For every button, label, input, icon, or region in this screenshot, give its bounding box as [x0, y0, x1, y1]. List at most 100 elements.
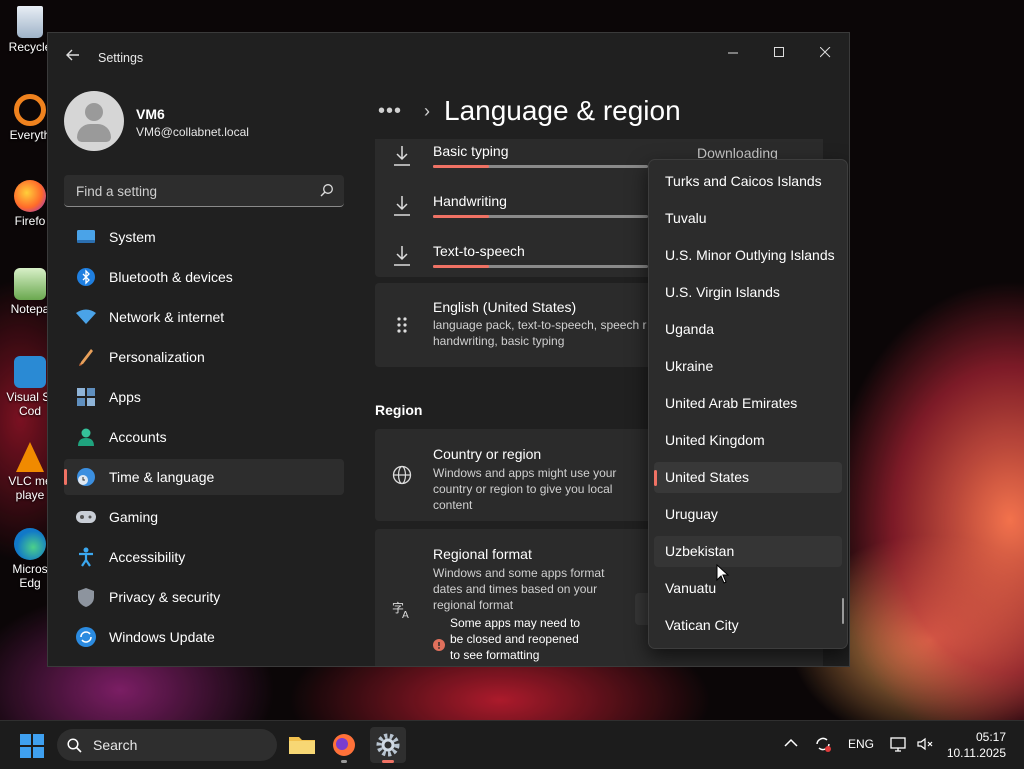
format-warning: updates: [450, 663, 670, 666]
sidebar-item-label: Privacy & security: [109, 589, 221, 605]
taskbar-file-explorer[interactable]: [284, 727, 320, 763]
shield-icon: [76, 587, 96, 607]
input-language[interactable]: ENG: [848, 737, 874, 751]
progress-bar: [433, 165, 648, 168]
sidebar-item-windows-update[interactable]: Windows Update: [64, 619, 344, 655]
taskbar-firefox[interactable]: [326, 727, 362, 763]
dropdown-option[interactable]: Uganda: [654, 314, 842, 345]
avatar[interactable]: [64, 91, 124, 151]
sidebar-item-label: Bluetooth & devices: [109, 269, 233, 285]
download-icon: [394, 246, 410, 266]
update-icon: [76, 627, 96, 647]
dropdown-option[interactable]: U.S. Virgin Islands: [654, 277, 842, 308]
sidebar-item-gaming[interactable]: Gaming: [64, 499, 344, 535]
dropdown-option-hovered[interactable]: Uzbekistan: [654, 536, 842, 567]
option-label: United Kingdom: [665, 432, 765, 448]
regional-format-icon: 字A: [392, 600, 409, 619]
dropdown-option-selected[interactable]: United States: [654, 462, 842, 493]
option-label: Uganda: [665, 321, 715, 337]
maximize-icon: [773, 47, 784, 57]
taskbar-search-label: Search: [93, 737, 138, 753]
dropdown-option[interactable]: Ukraine: [654, 351, 842, 382]
accounts-icon: [76, 427, 96, 447]
sidebar-item-label: System: [109, 229, 156, 245]
accessibility-icon: [76, 547, 96, 567]
sidebar-item-accounts[interactable]: Accounts: [64, 419, 344, 455]
dropdown-option[interactable]: Turks and Caicos Islands: [654, 166, 842, 197]
format-desc: regional format: [433, 598, 514, 612]
gear-icon: [376, 733, 400, 757]
sidebar-item-time-language[interactable]: Time & language: [64, 459, 344, 495]
minimize-button[interactable]: [710, 39, 756, 69]
dropdown-option[interactable]: United Arab Emirates: [654, 388, 842, 419]
bluetooth-icon: [76, 267, 96, 287]
network-status[interactable]: [890, 735, 908, 756]
dropdown-option[interactable]: U.S. Minor Outlying Islands: [654, 240, 842, 271]
country-desc: content: [433, 498, 473, 512]
sync-icon: [816, 737, 831, 752]
running-indicator: [341, 760, 347, 763]
vlc-icon: [16, 442, 44, 472]
breadcrumb-more-button[interactable]: •••: [378, 100, 408, 123]
drag-handle-icon[interactable]: [392, 315, 412, 335]
wifi-icon: [76, 307, 96, 327]
dropdown-option[interactable]: Uruguay: [654, 499, 842, 530]
country-dropdown-list[interactable]: Turks and Caicos Islands Tuvalu U.S. Min…: [648, 159, 848, 649]
notepad-icon: [14, 268, 46, 300]
dropdown-option[interactable]: Vanuatu: [654, 573, 842, 604]
country-desc: Windows and apps might use your: [433, 466, 617, 480]
taskbar-search[interactable]: Search: [57, 729, 277, 761]
sidebar-item-label: Personalization: [109, 349, 205, 365]
search-icon: [67, 738, 82, 753]
sidebar-item-accessibility[interactable]: Accessibility: [64, 539, 344, 575]
search-input[interactable]: [74, 175, 308, 207]
sidebar-item-system[interactable]: System: [64, 219, 344, 255]
page-title: Language & region: [444, 95, 681, 126]
language-desc: handwriting, basic typing: [433, 334, 565, 348]
sidebar-item-personalization[interactable]: Personalization: [64, 339, 344, 375]
option-label: Vatican City: [665, 617, 739, 633]
format-title: Regional format: [433, 546, 532, 562]
sidebar-item-label: Network & internet: [109, 309, 225, 325]
apps-icon: [76, 387, 96, 407]
sync-status[interactable]: [814, 735, 832, 756]
arrow-left-icon: [66, 49, 79, 61]
option-label: United States: [665, 469, 750, 485]
dropdown-option[interactable]: Vatican City: [654, 610, 842, 641]
sidebar-item-privacy[interactable]: Privacy & security: [64, 579, 344, 615]
volume-status[interactable]: [916, 735, 934, 756]
option-label: Ukraine: [665, 358, 714, 374]
brush-icon: [76, 347, 96, 367]
dropdown-option[interactable]: Tuvalu: [654, 203, 842, 234]
clock-date: 10.11.2025: [946, 746, 1006, 760]
warning-icon: [433, 639, 445, 651]
dropdown-option[interactable]: United Kingdom: [654, 425, 842, 456]
edge-icon: [14, 528, 46, 560]
close-icon: [819, 46, 830, 58]
desktop-icon-label: playe: [15, 488, 45, 502]
sidebar-item-label: Accessibility: [109, 549, 186, 565]
option-label: U.S. Virgin Islands: [665, 284, 780, 300]
firefox-icon: [14, 180, 46, 212]
sidebar-item-label: Windows Update: [109, 629, 215, 645]
dropdown-scrollbar[interactable]: [842, 598, 844, 624]
back-button[interactable]: [62, 47, 84, 69]
volume-muted-icon: [917, 737, 933, 751]
title-bar[interactable]: Settings: [48, 33, 849, 83]
option-label: Vanuatu: [665, 580, 717, 596]
svg-text:A: A: [402, 610, 409, 619]
sidebar-item-network[interactable]: Network & internet: [64, 299, 344, 335]
download-icon: [394, 146, 410, 166]
close-button[interactable]: [802, 39, 848, 69]
show-hidden-icons-button[interactable]: [784, 737, 798, 751]
windows-start-icon[interactable]: [20, 734, 44, 758]
sidebar-item-apps[interactable]: Apps: [64, 379, 344, 415]
taskbar-clock[interactable]: 05:17 10.11.2025: [947, 729, 1006, 761]
taskbar-settings[interactable]: [370, 727, 406, 763]
find-setting-search[interactable]: [64, 175, 344, 207]
option-label: U.S. Minor Outlying Islands: [665, 247, 835, 263]
sidebar-item-bluetooth[interactable]: Bluetooth & devices: [64, 259, 344, 295]
globe-icon: [392, 465, 412, 485]
maximize-button[interactable]: [756, 39, 802, 69]
country-desc: country or region to give you local: [433, 482, 613, 496]
